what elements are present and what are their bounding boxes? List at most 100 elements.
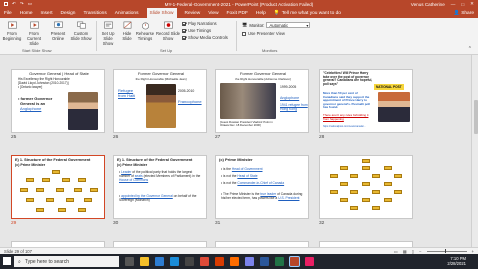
org-chart-box xyxy=(362,159,370,163)
system-clock[interactable]: 7:10 PM 2/28/2021 xyxy=(447,256,466,266)
powerpoint-icon[interactable] xyxy=(289,256,300,267)
teams-icon[interactable] xyxy=(245,257,254,266)
chrome-icon[interactable] xyxy=(200,257,209,266)
monitors-group-label: Monitors xyxy=(262,48,278,53)
slide-bullet: • The Prime Minister is the true leader … xyxy=(221,192,303,200)
slide-thumbnail-28[interactable]: "Celebrities! Will Prince Harry take ove… xyxy=(319,69,413,133)
slide-line: • [Ontario lawyer] xyxy=(18,85,43,89)
tab-file[interactable]: File xyxy=(4,11,12,16)
present-online-label: Present Online xyxy=(50,31,66,41)
mail-icon[interactable] xyxy=(155,257,164,266)
zoom-slider-handle[interactable] xyxy=(444,249,447,253)
from-current-slide-button[interactable]: From Current Slide xyxy=(22,21,46,46)
scrollbar-thumb[interactable] xyxy=(473,100,478,134)
normal-view-icon[interactable]: ▭ xyxy=(394,249,398,254)
from-beginning-button[interactable]: From Beginning xyxy=(2,21,22,41)
collapse-ribbon-icon[interactable]: ⌃ xyxy=(468,46,472,52)
taskbar-search-box[interactable]: ⌕ Type here to search xyxy=(14,256,119,267)
app-icon[interactable] xyxy=(305,257,314,266)
maximize-icon[interactable]: □ xyxy=(461,2,464,7)
present-online-button[interactable]: Present Online xyxy=(47,21,69,41)
set-up-slide-show-button[interactable]: Set Up Slide Show xyxy=(98,21,118,46)
setup-icon xyxy=(103,21,113,29)
undo-icon[interactable]: ↶ xyxy=(12,1,16,7)
tab-design[interactable]: Design xyxy=(61,11,76,16)
user-name[interactable]: Venus Catherine xyxy=(411,2,445,7)
slide-link: 1941 refugee from Hong Kong xyxy=(280,103,308,112)
tell-me-box[interactable]: Tell me what you want to do xyxy=(282,11,341,16)
from-beginning-label: From Beginning xyxy=(2,31,22,41)
tab-insert[interactable]: Insert xyxy=(41,11,53,16)
org-chart-box xyxy=(362,166,370,170)
slide-thumbnail-30[interactable]: E) 1. Structure of the Federal Governmen… xyxy=(113,155,207,219)
hide-slide-button[interactable]: Hide Slide xyxy=(119,21,135,41)
tab-view[interactable]: View xyxy=(208,11,218,16)
org-chart-box xyxy=(58,208,66,212)
org-chart-box xyxy=(90,188,98,192)
slide-link: Head of Government xyxy=(231,167,263,171)
zoom-out-icon[interactable]: − xyxy=(419,249,421,254)
slide-thumbnail-31[interactable]: (c) Prime Minister • is the Head of Gove… xyxy=(215,155,309,219)
slide-years: 2005-2010 xyxy=(178,89,195,93)
rehearse-timings-label: Rehearse Timings xyxy=(135,31,155,41)
slide-subtitle: (c) Prime Minister xyxy=(117,163,148,167)
vertical-scrollbar[interactable] xyxy=(471,55,478,247)
search-placeholder: Type here to search xyxy=(24,258,70,265)
monitor-selector: 🖥 Monitor: Automatic ▾ xyxy=(242,22,311,28)
firefox-icon[interactable] xyxy=(230,257,239,266)
org-chart-box xyxy=(362,198,370,202)
tab-transitions[interactable]: Transitions xyxy=(83,11,106,16)
slide-bullet: • Leader of the political party that hol… xyxy=(119,170,201,182)
slide-number: 25 xyxy=(11,135,17,140)
slide-thumbnail-26[interactable]: Former Governor General the Right Honour… xyxy=(113,69,207,133)
tab-review[interactable]: Review xyxy=(185,11,201,16)
tab-animations[interactable]: Animations xyxy=(115,11,139,16)
reading-view-icon[interactable]: ▯ xyxy=(412,249,414,254)
checkbox-box xyxy=(242,31,246,36)
file-explorer-icon[interactable] xyxy=(140,257,149,266)
tab-slide-show[interactable]: Slide Show xyxy=(146,8,177,18)
hide-slide-label: Hide Slide xyxy=(122,31,132,41)
org-chart-box xyxy=(56,188,64,192)
save-icon[interactable] xyxy=(4,2,8,6)
slide-thumbnail-27[interactable]: Former Governor General the Right Honour… xyxy=(215,69,309,133)
store-icon[interactable] xyxy=(185,257,194,266)
org-chart-box xyxy=(78,178,86,182)
slide-thumbnail-25[interactable]: Governor General | Head of State His Exc… xyxy=(11,69,105,133)
tab-foxit-pdf[interactable]: Foxit PDF xyxy=(227,11,248,16)
record-slide-show-button[interactable]: Record Slide Show xyxy=(156,21,180,41)
close-icon[interactable]: ✕ xyxy=(470,1,474,7)
tab-home[interactable]: Home xyxy=(20,11,33,16)
slide-thumbnail-29[interactable]: E) 1. Structure of the Federal Governmen… xyxy=(11,155,105,219)
custom-slide-show-button[interactable]: Custom Slide Show xyxy=(69,21,93,41)
zoom-slider[interactable] xyxy=(426,249,467,253)
minimize-icon[interactable]: — xyxy=(451,2,456,7)
tab-help[interactable]: Help xyxy=(256,11,266,16)
present-online-icon xyxy=(53,21,63,28)
org-chart-box xyxy=(330,190,338,194)
excel-icon[interactable] xyxy=(275,257,284,266)
checkbox-box xyxy=(182,28,186,33)
org-chart-box xyxy=(372,190,380,194)
ribbon-slide-show: From Beginning From Current Slide Presen… xyxy=(0,18,478,55)
edge-icon[interactable] xyxy=(170,257,179,266)
windows-start-icon[interactable] xyxy=(3,257,11,265)
redo-icon[interactable]: ↷ xyxy=(20,1,24,7)
rehearse-timings-button[interactable]: Rehearse Timings xyxy=(135,21,155,41)
org-chart-box xyxy=(26,198,34,202)
task-view-icon[interactable] xyxy=(125,257,134,266)
use-presenter-view-checkbox[interactable]: Use Presenter View xyxy=(242,31,285,36)
slide-thumbnail-32[interactable] xyxy=(319,155,413,219)
show-media-controls-checkbox[interactable]: Show Media Controls xyxy=(182,35,228,40)
use-timings-checkbox[interactable]: Use Timings xyxy=(182,28,211,33)
present-icon[interactable]: ▭ xyxy=(28,1,32,7)
slide-title: (c) Prime Minister xyxy=(219,157,253,162)
monitor-dropdown[interactable]: Automatic ▾ xyxy=(266,22,311,28)
word-icon[interactable] xyxy=(260,257,269,266)
slide-sorter-icon[interactable]: ▦ xyxy=(403,249,407,254)
zoom-in-icon[interactable]: + xyxy=(472,249,474,254)
play-narrations-checkbox[interactable]: Play Narrations xyxy=(182,21,217,26)
share-button[interactable]: 👤 Share xyxy=(454,11,474,16)
office-icon[interactable] xyxy=(215,257,224,266)
org-chart-box xyxy=(384,166,392,170)
